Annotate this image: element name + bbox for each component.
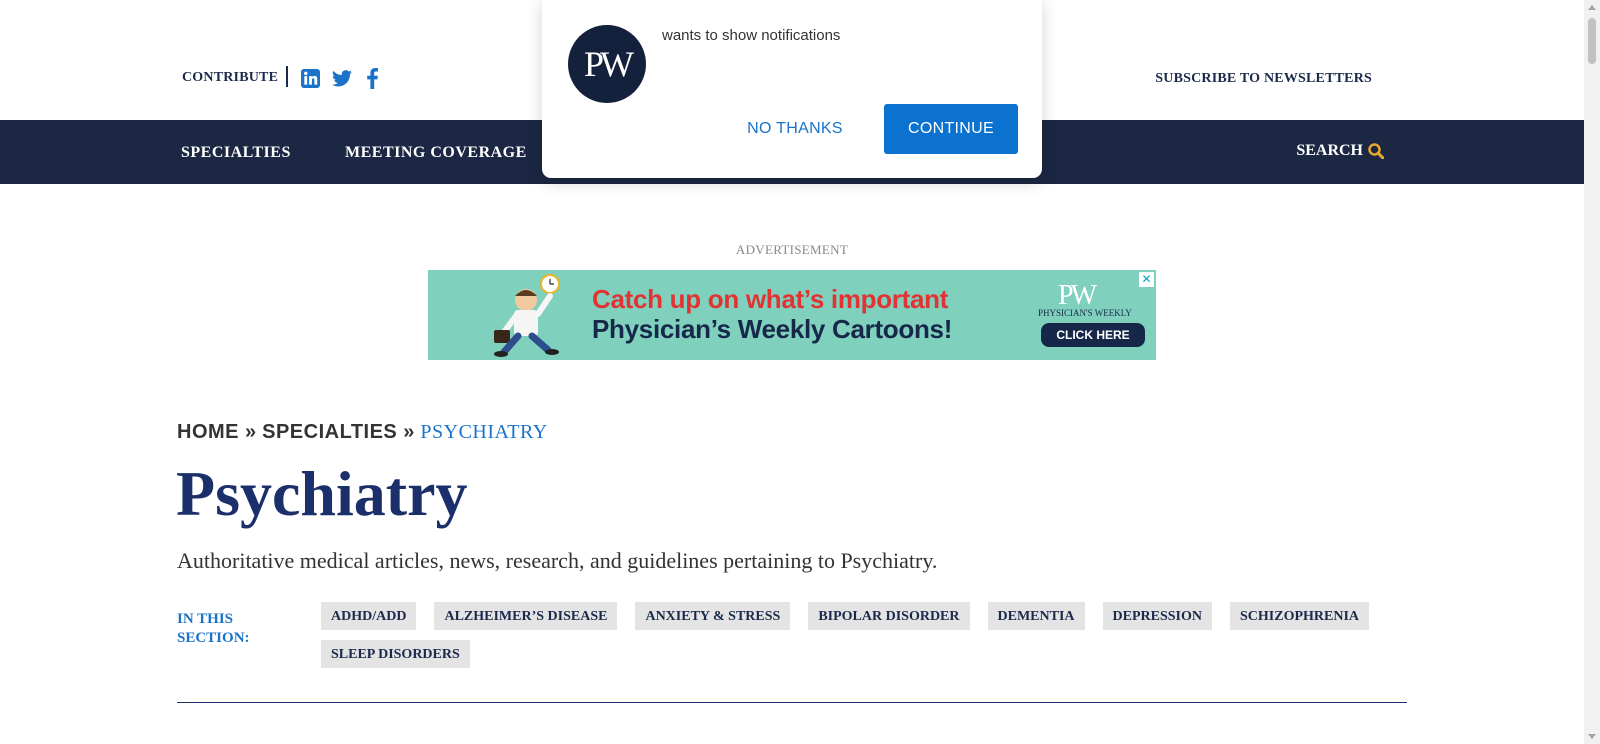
breadcrumb-separator: » (245, 421, 257, 443)
tag-bipolar-disorder[interactable]: BIPOLAR DISORDER (808, 602, 970, 630)
search-icon (1368, 143, 1384, 159)
search-label: SEARCH (1296, 142, 1363, 159)
ad-brand-subtitle: PHYSICIAN'S WEEKLY (1038, 308, 1132, 318)
in-this-section-label: IN THIS SECTION: (177, 611, 250, 646)
nav-item-meeting-coverage[interactable]: MEETING COVERAGE (345, 144, 527, 162)
tag-schizophrenia[interactable]: SCHIZOPHRENIA (1230, 602, 1370, 630)
ad-headline: Catch up on what’s important (592, 284, 949, 314)
twitter-icon[interactable] (332, 68, 352, 88)
breadcrumb-home[interactable]: HOME (177, 421, 239, 444)
linkedin-icon[interactable] (300, 68, 320, 88)
ad-click-here-button[interactable]: CLICK HERE (1041, 323, 1145, 347)
utility-divider (286, 66, 288, 87)
no-thanks-button[interactable]: NO THANKS (740, 112, 850, 146)
subscribe-newsletters-link[interactable]: SUBSCRIBE TO NEWSLETTERS (1155, 71, 1372, 87)
tag-depression[interactable]: DEPRESSION (1102, 602, 1212, 630)
breadcrumb-separator: » (403, 421, 415, 443)
breadcrumb-current: PSYCHIATRY (420, 421, 548, 443)
page-description: Authoritative medical articles, news, re… (177, 548, 938, 573)
facebook-icon[interactable] (362, 67, 382, 89)
continue-button[interactable]: CONTINUE (884, 104, 1018, 154)
advertisement-label: ADVERTISEMENT (735, 242, 849, 257)
scroll-down-arrow-icon[interactable] (1588, 734, 1596, 739)
tag-sleep-disorders[interactable]: SLEEP DISORDERS (321, 640, 470, 668)
section-tags: ADHD/ADD ALZHEIMER’S DISEASE ANXIETY & S… (321, 602, 1411, 668)
scroll-thumb[interactable] (1588, 18, 1596, 64)
breadcrumb: HOME » SPECIALTIES » PSYCHIATRY (177, 421, 548, 444)
ad-subheadline: Physician’s Weekly Cartoons! (592, 314, 953, 344)
scroll-up-arrow-icon[interactable] (1588, 5, 1596, 10)
cartoon-doctor-illustration (494, 274, 560, 357)
nav-item-specialties[interactable]: SPECIALTIES (181, 144, 291, 162)
contribute-link[interactable]: CONTRIBUTE (182, 70, 278, 86)
notification-popup: PW wants to show notifications NO THANKS… (542, 0, 1042, 178)
breadcrumb-specialties[interactable]: SPECIALTIES (262, 421, 397, 444)
notification-message: wants to show notifications (662, 27, 841, 44)
search-button[interactable]: SEARCH (1296, 142, 1384, 160)
ad-close-icon[interactable]: ✕ (1139, 272, 1154, 287)
ad-banner[interactable]: Catch up on what’s important Physician’s… (428, 270, 1156, 360)
tag-alzheimers-disease[interactable]: ALZHEIMER’S DISEASE (434, 602, 618, 630)
section-divider (177, 702, 1407, 703)
page-title: Psychiatry (176, 458, 468, 529)
page-scrollbar[interactable] (1584, 0, 1600, 744)
tag-anxiety-stress[interactable]: ANXIETY & STRESS (635, 602, 791, 630)
tag-adhd-add[interactable]: ADHD/ADD (321, 602, 417, 630)
tag-dementia[interactable]: DEMENTIA (987, 602, 1085, 630)
pw-logo: PW (568, 25, 646, 103)
